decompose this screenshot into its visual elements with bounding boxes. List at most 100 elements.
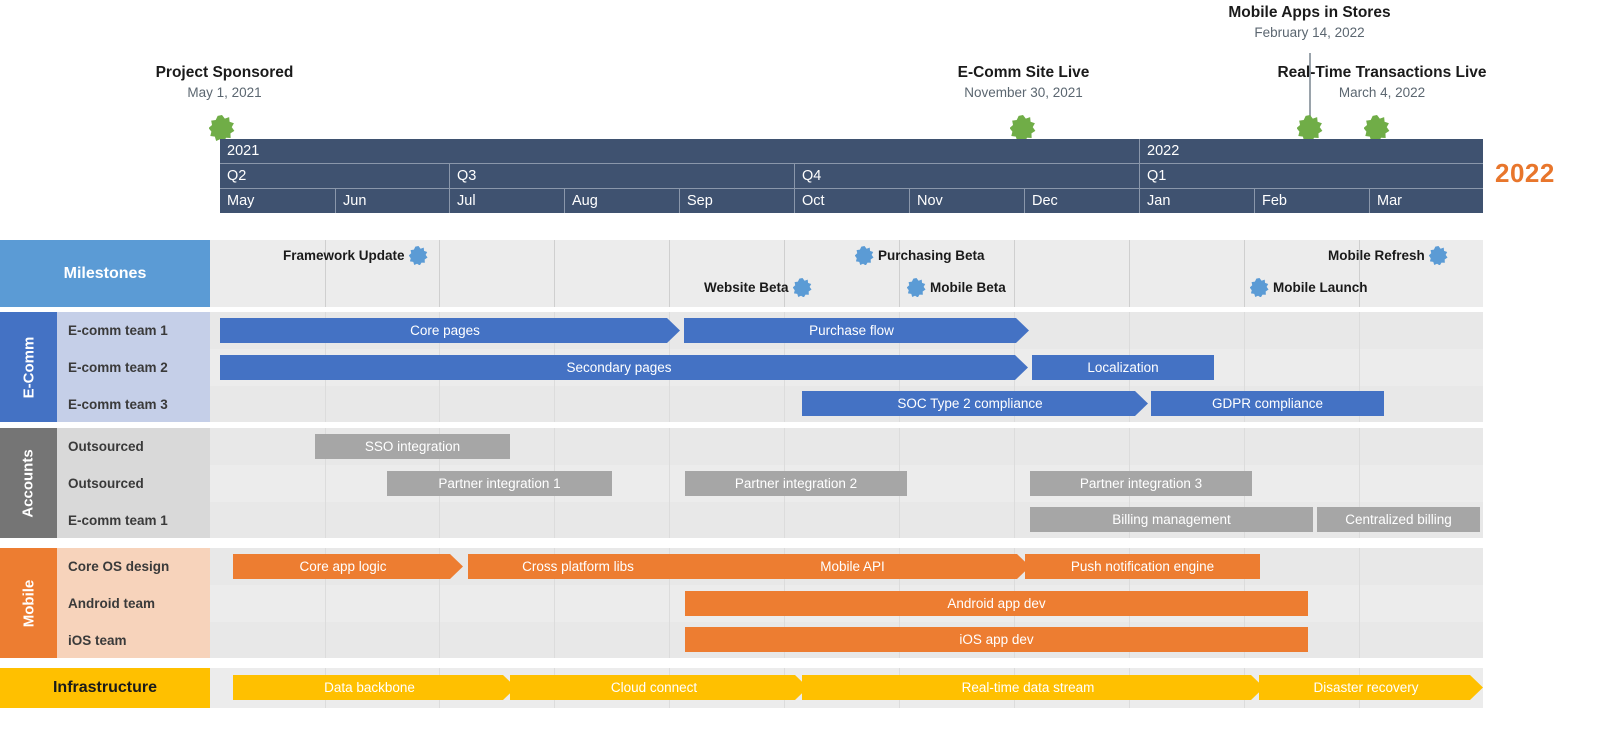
task-bar-centralized-billing[interactable]: Centralized billing: [1317, 507, 1480, 532]
gridline: [1014, 428, 1015, 538]
task-name-ecomm-team-1: E-comm team 1: [57, 502, 210, 538]
task-bar-localization[interactable]: Localization: [1032, 355, 1214, 380]
timeline-month-feb: Feb: [1254, 189, 1369, 213]
timeline-month-jun: Jun: [335, 189, 449, 213]
band-mobile: Mobile Core OS design Android team iOS t…: [0, 548, 1483, 658]
right-year-label: 2022: [1495, 158, 1555, 189]
task-bar-ios-app-dev[interactable]: iOS app dev: [685, 627, 1308, 652]
task-bar-android-app-dev[interactable]: Android app dev: [685, 591, 1308, 616]
band-label-milestones: Milestones: [0, 240, 210, 307]
milestone-label: Mobile Beta: [930, 280, 1006, 295]
milestone-purchasing-beta[interactable]: Purchasing Beta: [855, 246, 985, 265]
timeline-quarter-q3: Q3: [449, 164, 794, 188]
infrastructure-plot: Data backbone Cloud connect Real-time da…: [210, 668, 1483, 708]
top-milestone-ecomm-site-live: E-Comm Site Live November 30, 2021: [901, 64, 1146, 102]
task-bar-cross-platform-libs[interactable]: Cross platform libs: [468, 554, 698, 579]
band-label-text: Accounts: [20, 449, 37, 517]
milestone-framework-update[interactable]: Framework Update: [283, 246, 428, 265]
task-bar-billing-management[interactable]: Billing management: [1030, 507, 1313, 532]
task-bar-label: Data backbone: [324, 680, 415, 695]
gridline: [554, 240, 555, 307]
task-bar-label: iOS app dev: [959, 632, 1033, 647]
gridline: [669, 428, 670, 538]
blue-star-marker-icon: [793, 278, 812, 297]
task-bar-mobile-api[interactable]: Mobile API: [685, 554, 1030, 579]
mobile-plot: Core app logic Cross platform libs Mobil…: [210, 548, 1483, 658]
milestone-mobile-launch[interactable]: Mobile Launch: [1250, 278, 1368, 297]
task-name-android-team: Android team: [57, 585, 210, 622]
task-bar-sso-integration[interactable]: SSO integration: [315, 434, 510, 459]
gridline: [669, 240, 670, 307]
timeline-month-sep: Sep: [679, 189, 794, 213]
milestones-plot: Framework Update Website Beta Purchasing…: [210, 240, 1483, 307]
blue-star-marker-icon: [1429, 246, 1448, 265]
milestone-website-beta[interactable]: Website Beta: [704, 278, 812, 297]
task-bar-partner-integration-1[interactable]: Partner integration 1: [387, 471, 612, 496]
timeline-month-jul: Jul: [449, 189, 564, 213]
blue-star-marker-icon: [1250, 278, 1269, 297]
task-bar-data-backbone[interactable]: Data backbone: [233, 675, 516, 700]
timeline-month-may: May: [220, 189, 335, 213]
task-bar-soc-type-2-compliance[interactable]: SOC Type 2 compliance: [802, 391, 1148, 416]
accounts-task-names: Outsourced Outsourced E-comm team 1: [57, 428, 210, 538]
milestone-label: Mobile Refresh: [1328, 248, 1425, 263]
milestone-mobile-beta[interactable]: Mobile Beta: [907, 278, 1006, 297]
milestone-label: Website Beta: [704, 280, 789, 295]
top-milestone-date: May 1, 2021: [102, 84, 347, 102]
task-bar-label: SSO integration: [365, 439, 460, 454]
blue-star-marker-icon: [855, 246, 874, 265]
green-star-marker-icon: [209, 115, 235, 141]
task-bar-core-pages[interactable]: Core pages: [220, 318, 680, 343]
task-bar-label: Partner integration 3: [1080, 476, 1202, 491]
task-bar-label: Billing management: [1112, 512, 1231, 527]
task-name-ios-team: iOS team: [57, 622, 210, 658]
task-bar-real-time-data-stream[interactable]: Real-time data stream: [802, 675, 1264, 700]
task-bar-secondary-pages[interactable]: Secondary pages: [220, 355, 1028, 380]
timeline-month-aug: Aug: [564, 189, 679, 213]
band-label-mobile: Mobile: [0, 548, 57, 658]
mobile-task-names: Core OS design Android team iOS team: [57, 548, 210, 658]
timeline-years-row: 2021 2022: [220, 139, 1483, 163]
task-bar-push-notification-engine[interactable]: Push notification engine: [1025, 554, 1260, 579]
ecomm-plot: Core pages Purchase flow Secondary pages…: [210, 312, 1483, 422]
milestone-mobile-refresh[interactable]: Mobile Refresh: [1328, 246, 1448, 265]
milestone-label: Framework Update: [283, 248, 405, 263]
task-bar-partner-integration-2[interactable]: Partner integration 2: [685, 471, 907, 496]
task-bar-gdpr-compliance[interactable]: GDPR compliance: [1151, 391, 1384, 416]
task-name-outsourced-1: Outsourced: [57, 428, 210, 465]
band-label-accounts: Accounts: [0, 428, 57, 538]
timeline-quarter-q4: Q4: [794, 164, 1139, 188]
task-bar-label: Partner integration 1: [438, 476, 560, 491]
timeline-year-2022: 2022: [1139, 139, 1483, 163]
task-name-ecomm-team-1: E-comm team 1: [57, 312, 210, 349]
task-bar-label: Centralized billing: [1345, 512, 1452, 527]
top-milestone-real-time-transactions-live: Real-Time Transactions Live March 4, 202…: [1253, 64, 1511, 102]
task-bar-label: Localization: [1087, 360, 1158, 375]
task-name-outsourced-2: Outsourced: [57, 465, 210, 502]
milestone-label: Purchasing Beta: [878, 248, 985, 263]
band-label-text: Mobile: [20, 579, 37, 627]
blue-star-marker-icon: [409, 246, 428, 265]
top-milestone-mobile-apps-in-stores: Mobile Apps in Stores February 14, 2022: [1187, 4, 1432, 42]
top-milestone-project-sponsored: Project Sponsored May 1, 2021: [102, 64, 347, 102]
top-milestone-title: Mobile Apps in Stores: [1187, 4, 1432, 22]
milestone-label: Mobile Launch: [1273, 280, 1368, 295]
task-bar-core-app-logic[interactable]: Core app logic: [233, 554, 463, 579]
gridline: [1244, 240, 1245, 307]
band-label-infrastructure: Infrastructure: [0, 668, 210, 708]
task-name-ecomm-team-3: E-comm team 3: [57, 386, 210, 422]
task-bar-disaster-recovery[interactable]: Disaster recovery: [1259, 675, 1483, 700]
task-bar-partner-integration-3[interactable]: Partner integration 3: [1030, 471, 1252, 496]
task-bar-label: Android app dev: [947, 596, 1045, 611]
timeline-month-dec: Dec: [1024, 189, 1139, 213]
task-bar-label: SOC Type 2 compliance: [897, 396, 1042, 411]
timeline-month-nov: Nov: [909, 189, 1024, 213]
gridline: [1359, 548, 1360, 658]
task-bar-label: Core app logic: [299, 559, 386, 574]
task-bar-purchase-flow[interactable]: Purchase flow: [684, 318, 1029, 343]
task-name-core-os-design: Core OS design: [57, 548, 210, 585]
task-bar-label: Core pages: [410, 323, 480, 338]
task-bar-cloud-connect[interactable]: Cloud connect: [510, 675, 808, 700]
gantt-chart: Project Sponsored May 1, 2021 E-Comm Sit…: [0, 0, 1600, 742]
timeline-quarter-q2: Q2: [220, 164, 449, 188]
